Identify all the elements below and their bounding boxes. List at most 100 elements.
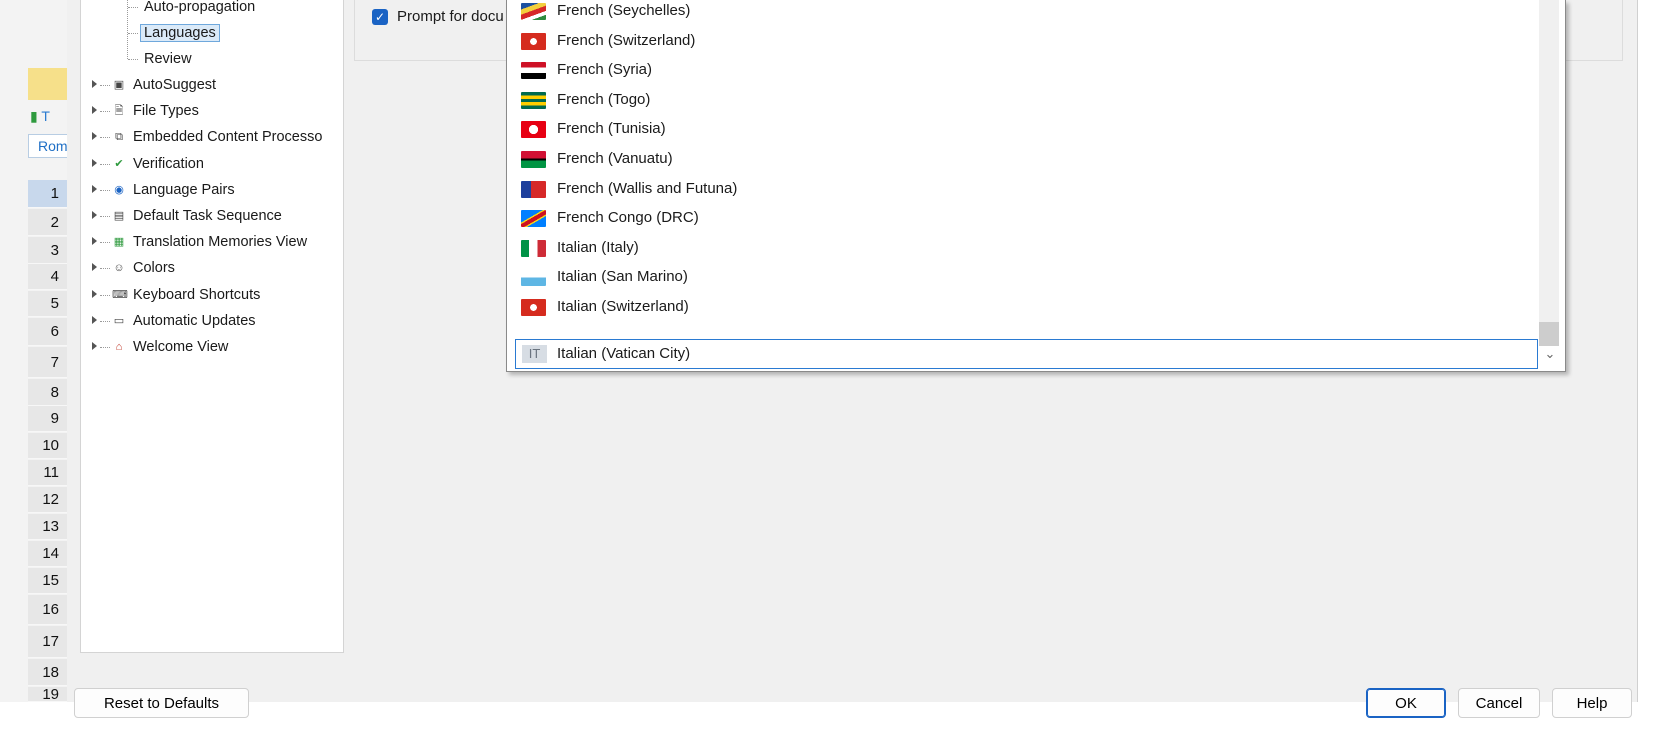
language-option[interactable]: French Congo (DRC) — [516, 204, 1536, 234]
dropdown-scrollbar[interactable] — [1539, 0, 1559, 322]
expand-arrow-icon[interactable] — [92, 80, 97, 88]
tree-item-label: File Types — [133, 103, 199, 119]
language-option[interactable]: French (Wallis and Futuna) — [516, 175, 1536, 205]
row-number[interactable]: 14 — [28, 541, 67, 567]
language-option[interactable]: French (Vanuatu) — [516, 145, 1536, 175]
help-button[interactable]: Help — [1552, 688, 1632, 718]
row-number[interactable]: 13 — [28, 514, 67, 540]
cancel-button[interactable]: Cancel — [1458, 688, 1540, 718]
tree-item-label: AutoSuggest — [133, 77, 217, 93]
expand-arrow-icon[interactable] — [92, 185, 97, 193]
tree-connector — [100, 164, 110, 165]
tree-item-file-types[interactable]: File Types — [133, 100, 199, 122]
tree-connector — [100, 242, 110, 243]
background-editor-tab[interactable]: Rom — [28, 134, 68, 158]
row-number[interactable]: 1 — [28, 180, 67, 208]
row-number[interactable]: 10 — [28, 433, 67, 459]
language-option[interactable]: French (Switzerland) — [516, 27, 1536, 57]
row-number[interactable]: 15 — [28, 568, 67, 594]
language-option-label: Italian (San Marino) — [557, 268, 688, 285]
tree-item-automatic-updates[interactable]: Automatic Updates — [133, 310, 256, 332]
keyboard-icon: ⌨ — [112, 289, 128, 301]
tm-tab-label: T — [41, 108, 50, 124]
language-option[interactable]: French (Seychelles) — [516, 0, 1536, 27]
row-number[interactable]: 2 — [28, 209, 67, 236]
language-option-label: French (Vanuatu) — [557, 150, 673, 167]
tree-item-verification[interactable]: Verification — [133, 153, 204, 175]
expand-arrow-icon[interactable] — [92, 237, 97, 245]
row-number[interactable]: 4 — [28, 264, 67, 290]
tree-item-translation-memories-view[interactable]: Translation Memories View — [133, 231, 307, 253]
editor-tab-label: Rom — [38, 138, 68, 154]
ok-button[interactable]: OK — [1366, 688, 1446, 718]
row-number[interactable]: 11 — [28, 460, 67, 486]
language-option-label: French (Seychelles) — [557, 2, 691, 19]
tree-item-welcome-view[interactable]: Welcome View — [133, 336, 228, 358]
tree-item-keyboard-shortcuts[interactable]: Keyboard Shortcuts — [133, 284, 260, 306]
tree-item-label: Colors — [133, 260, 175, 276]
wallis-futuna-flag-icon — [521, 181, 546, 198]
language-option[interactable]: French (Syria) — [516, 56, 1536, 86]
expand-arrow-icon[interactable] — [92, 159, 97, 167]
row-number[interactable]: 8 — [28, 379, 67, 406]
language-option-label: Italian (Italy) — [557, 239, 639, 256]
autosuggest-icon: ▣ — [113, 79, 125, 91]
tree-connector — [100, 321, 110, 322]
language-option[interactable]: French (Tunisia) — [516, 115, 1536, 145]
tree-item-review[interactable]: Review — [144, 48, 192, 70]
chevron-down-icon[interactable]: ⌄ — [1541, 344, 1559, 364]
tree-item-colors[interactable]: Colors — [133, 257, 175, 279]
background-tm-tab[interactable]: ▮ T — [30, 108, 50, 125]
tree-item-embedded-content-processo[interactable]: Embedded Content Processo — [133, 126, 322, 148]
tree-connector — [128, 7, 138, 8]
tree-item-languages[interactable]: Languages — [140, 22, 220, 44]
san-marino-flag-icon — [521, 269, 546, 286]
tunisia-flag-icon — [521, 121, 546, 138]
prompt-checkbox[interactable]: ✓ — [372, 9, 388, 25]
expand-arrow-icon[interactable] — [92, 211, 97, 219]
tree-item-language-pairs[interactable]: Language Pairs — [133, 179, 235, 201]
palette-icon: ☺ — [113, 262, 125, 274]
tree-item-default-task-sequence[interactable]: Default Task Sequence — [133, 205, 282, 227]
dropdown-scrollbar-thumb[interactable] — [1539, 322, 1559, 346]
row-number[interactable]: 18 — [28, 659, 67, 686]
row-number[interactable]: 19 — [28, 687, 67, 702]
language-option[interactable]: Italian (Italy) — [516, 234, 1536, 264]
selected-language-label: Italian (Vatican City) — [557, 345, 691, 362]
language-option[interactable]: French (Togo) — [516, 86, 1536, 116]
tree-connector — [100, 137, 110, 138]
row-number[interactable]: 17 — [28, 626, 67, 658]
expand-arrow-icon[interactable] — [92, 342, 97, 350]
language-flag-icon: IT — [522, 345, 547, 363]
row-number[interactable]: 9 — [28, 406, 67, 432]
language-option[interactable]: Italian (San Marino) — [516, 263, 1536, 293]
row-number[interactable]: 3 — [28, 237, 67, 264]
language-option-label: French (Togo) — [557, 91, 651, 108]
row-number[interactable]: 12 — [28, 487, 67, 513]
tree-connector — [100, 111, 110, 112]
tree-connector — [128, 59, 138, 60]
file-types-icon: 🗎 — [114, 105, 124, 117]
language-option-label: French (Syria) — [557, 61, 653, 78]
expand-arrow-icon[interactable] — [92, 106, 97, 114]
tree-item-label: Review — [144, 51, 192, 67]
reset-to-defaults-button[interactable]: Reset to Defaults — [74, 688, 249, 718]
row-number[interactable]: 7 — [28, 347, 67, 378]
tree-item-autosuggest[interactable]: AutoSuggest — [133, 74, 216, 96]
tree-item-auto-propagation[interactable]: Auto-propagation — [144, 0, 255, 18]
tree-item-label: Welcome View — [133, 339, 229, 355]
row-number[interactable]: 16 — [28, 595, 67, 625]
expand-arrow-icon[interactable] — [92, 263, 97, 271]
updates-icon: ▭ — [113, 315, 125, 327]
expand-arrow-icon[interactable] — [92, 290, 97, 298]
language-option[interactable]: Italian (Switzerland) — [516, 293, 1536, 323]
row-number[interactable]: 5 — [28, 291, 67, 317]
drc-flag-icon — [521, 210, 546, 227]
expand-arrow-icon[interactable] — [92, 316, 97, 324]
tree-connector — [127, 0, 128, 59]
expand-arrow-icon[interactable] — [92, 132, 97, 140]
language-pairs-icon: ◉ — [114, 184, 124, 196]
row-number[interactable]: 6 — [28, 318, 67, 346]
tree-item-label: Auto-propagation — [144, 0, 256, 15]
tree-item-label: Keyboard Shortcuts — [133, 287, 261, 303]
